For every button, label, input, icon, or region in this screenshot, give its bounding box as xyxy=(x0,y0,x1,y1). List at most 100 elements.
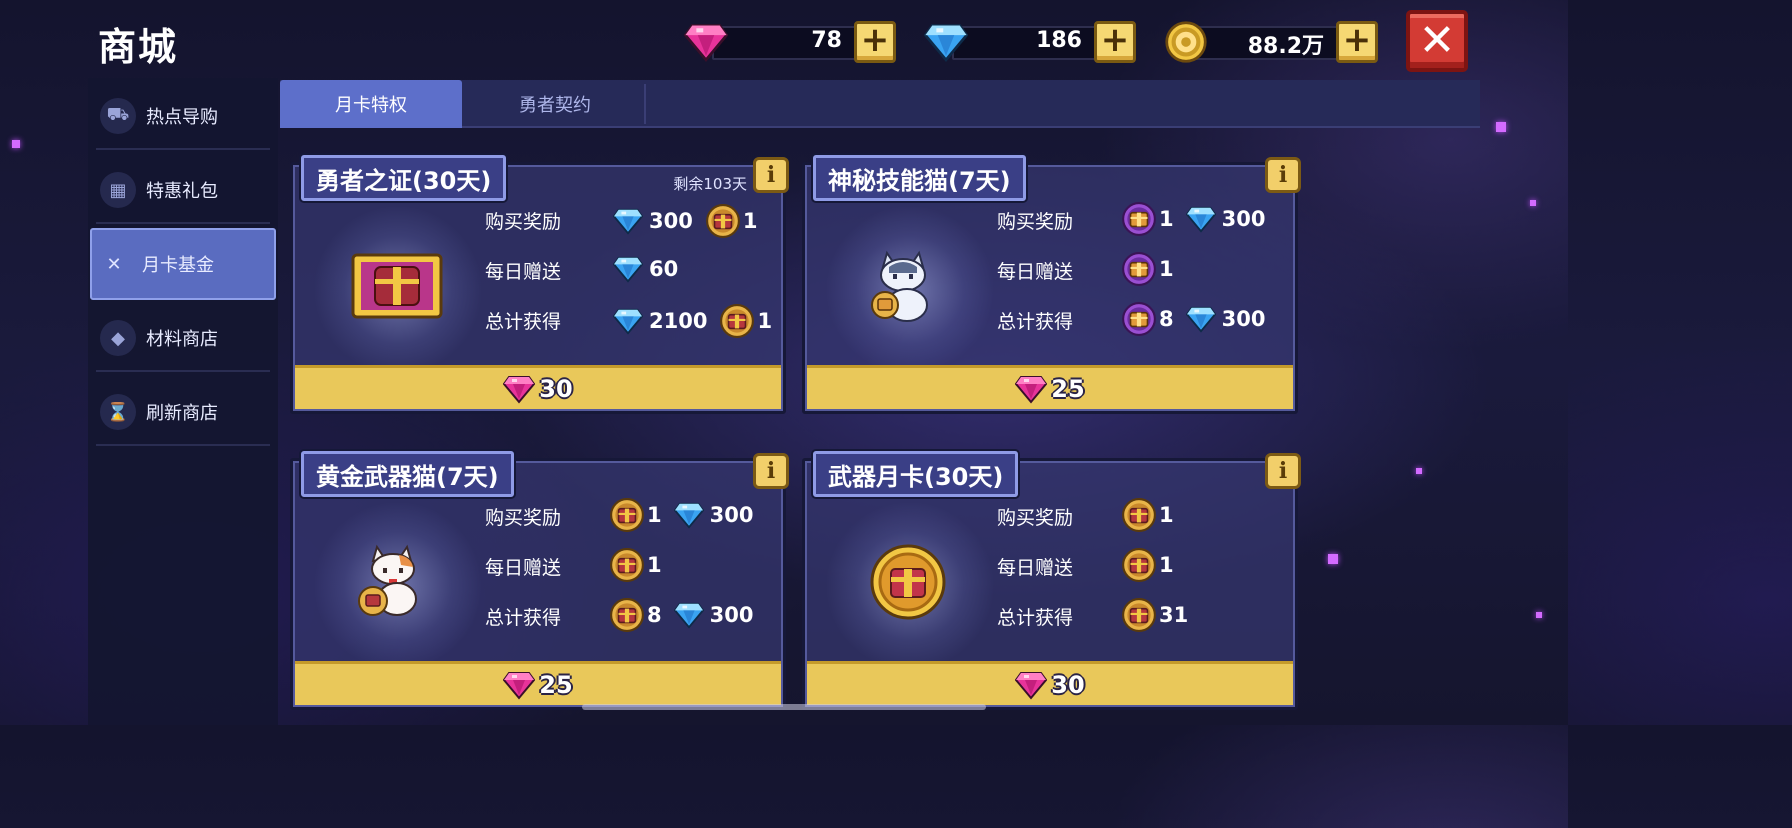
buy-button[interactable]: 25 xyxy=(295,661,781,705)
reward-amount: 2100 xyxy=(649,309,708,333)
info-icon[interactable]: i xyxy=(753,157,789,193)
star-decoration xyxy=(1416,468,1422,474)
close-icon: ✕ xyxy=(1418,15,1456,66)
hourglass-icon: ⌛ xyxy=(100,394,136,430)
diamond-icon xyxy=(924,20,968,64)
daily-gift-label: 每日赠送 xyxy=(997,557,1074,579)
add-diamond-button[interactable]: + xyxy=(1094,21,1136,63)
pink-gem-icon xyxy=(684,20,728,64)
daily-gift-items: 1 xyxy=(1121,547,1174,583)
sidebar-item-label: 特惠礼包 xyxy=(146,181,218,202)
total-gain-label: 总计获得 xyxy=(485,607,562,629)
close-button[interactable]: ✕ xyxy=(1406,10,1468,72)
daily-gift-label: 每日赠送 xyxy=(485,557,562,579)
reward-amount: 1 xyxy=(1159,553,1174,577)
sidebar-item-label: 热点导购 xyxy=(146,107,218,128)
card-title: 武器月卡(30天) xyxy=(813,451,1019,497)
total-gain-items: 2100 1 xyxy=(613,303,772,339)
sidebar-item-monthly-card[interactable]: ✕ 月卡基金 xyxy=(90,228,276,300)
price: 25 xyxy=(539,670,573,699)
reward-amount: 300 xyxy=(1221,207,1266,231)
buy-reward-label: 购买奖励 xyxy=(997,211,1074,233)
buy-reward-items: 300 1 xyxy=(613,203,757,239)
reward-amount: 1 xyxy=(1159,503,1174,527)
daily-gift-label: 每日赠送 xyxy=(997,261,1074,283)
buy-reward-label: 购买奖励 xyxy=(485,211,562,233)
total-gain-label: 总计获得 xyxy=(997,607,1074,629)
price: 25 xyxy=(1051,374,1085,403)
reward-amount: 8 xyxy=(647,603,662,627)
pink-gem-icon xyxy=(1015,670,1047,700)
card-title: 勇者之证(30天) xyxy=(301,155,507,201)
card-icon: ✕ xyxy=(106,253,122,275)
chest-coin-icon xyxy=(705,203,741,239)
buy-button[interactable]: 30 xyxy=(295,365,781,409)
plus-icon: + xyxy=(1342,20,1372,60)
info-icon[interactable]: i xyxy=(1265,453,1301,489)
chest-coin-icon xyxy=(1121,597,1157,633)
tab-divider xyxy=(644,84,646,124)
chest-coin-icon xyxy=(609,597,645,633)
chest-card-icon xyxy=(351,253,443,319)
remaining-days: 剩余103天 xyxy=(673,175,747,193)
reward-amount: 1 xyxy=(647,553,662,577)
sidebar-item-refresh-shop[interactable]: ⌛ 刷新商店 xyxy=(96,380,270,446)
total-gain-label: 总计获得 xyxy=(997,311,1074,333)
currency-pink-gem: 78 + xyxy=(684,20,896,66)
chest-coin-icon xyxy=(1121,497,1157,533)
total-gain-label: 总计获得 xyxy=(485,311,562,333)
tab-bar: 月卡特权 勇者契约 xyxy=(280,80,1480,128)
reward-amount: 60 xyxy=(649,257,679,281)
home-indicator[interactable] xyxy=(582,704,986,710)
info-icon[interactable]: i xyxy=(1265,157,1301,193)
purple-chest-icon xyxy=(1121,201,1157,237)
star-decoration xyxy=(1328,554,1338,564)
total-gain-items: 8 300 xyxy=(1121,301,1265,337)
reward-amount: 31 xyxy=(1159,603,1189,627)
diamond-icon xyxy=(613,307,643,335)
buy-button[interactable]: 30 xyxy=(807,661,1293,705)
plus-icon: + xyxy=(1100,20,1130,60)
card-mystery-skill-cat: 神秘技能猫(7天) i 购买奖励 1 300 每日赠送 1 总计获得 8 300… xyxy=(802,155,1301,414)
add-gold-button[interactable]: + xyxy=(1336,21,1378,63)
buy-reward-label: 购买奖励 xyxy=(485,507,562,529)
sidebar-item-materials-shop[interactable]: ◆ 材料商店 xyxy=(96,306,270,372)
gold-coin-icon xyxy=(1164,20,1208,64)
sidebar-item-label: 月卡基金 xyxy=(142,255,214,276)
currency-blue-diamond: 186 + xyxy=(924,20,1136,66)
buy-reward-items: 1 300 xyxy=(609,497,753,533)
info-icon[interactable]: i xyxy=(753,453,789,489)
purple-chest-icon xyxy=(1121,251,1157,287)
reward-amount: 1 xyxy=(1159,257,1174,281)
sidebar-item-label: 刷新商店 xyxy=(146,403,218,424)
add-pink-gem-button[interactable]: + xyxy=(854,21,896,63)
sidebar-item-hot-picks[interactable]: ⛟ 热点导购 xyxy=(96,84,270,150)
buy-reward-items: 1 xyxy=(1121,497,1174,533)
star-decoration xyxy=(1536,612,1542,618)
currency-gold-coin: 88.2万 + xyxy=(1164,20,1378,66)
chest-coin-icon xyxy=(719,303,755,339)
currency-value: 78 xyxy=(811,28,842,53)
pink-gem-icon xyxy=(503,374,535,404)
buy-button[interactable]: 25 xyxy=(807,365,1293,409)
skill-cat-icon xyxy=(871,250,928,322)
tab-monthly-privilege[interactable]: 月卡特权 xyxy=(280,80,462,128)
star-decoration xyxy=(1530,200,1536,206)
daily-gift-items: 60 xyxy=(613,255,678,283)
reward-amount: 300 xyxy=(709,503,754,527)
reward-amount: 1 xyxy=(647,503,662,527)
reward-amount: 8 xyxy=(1159,307,1174,331)
total-gain-items: 8 300 xyxy=(609,597,753,633)
chest-coin-icon xyxy=(609,497,645,533)
star-decoration xyxy=(1496,122,1506,132)
tab-hero-contract[interactable]: 勇者契约 xyxy=(464,80,646,128)
sidebar-item-special-offers[interactable]: ▦ 特惠礼包 xyxy=(96,158,270,224)
page-title: 商城 xyxy=(98,25,179,69)
card-title: 神秘技能猫(7天) xyxy=(813,155,1026,201)
purple-chest-icon xyxy=(1121,301,1157,337)
gift-icon: ▦ xyxy=(100,172,136,208)
daily-gift-items: 1 xyxy=(1121,251,1174,287)
card-weapon-monthly: 武器月卡(30天) i 购买奖励 1 每日赠送 1 总计获得 31 30 xyxy=(802,451,1301,710)
diamond-icon xyxy=(674,501,704,529)
reward-amount: 1 xyxy=(1159,207,1174,231)
